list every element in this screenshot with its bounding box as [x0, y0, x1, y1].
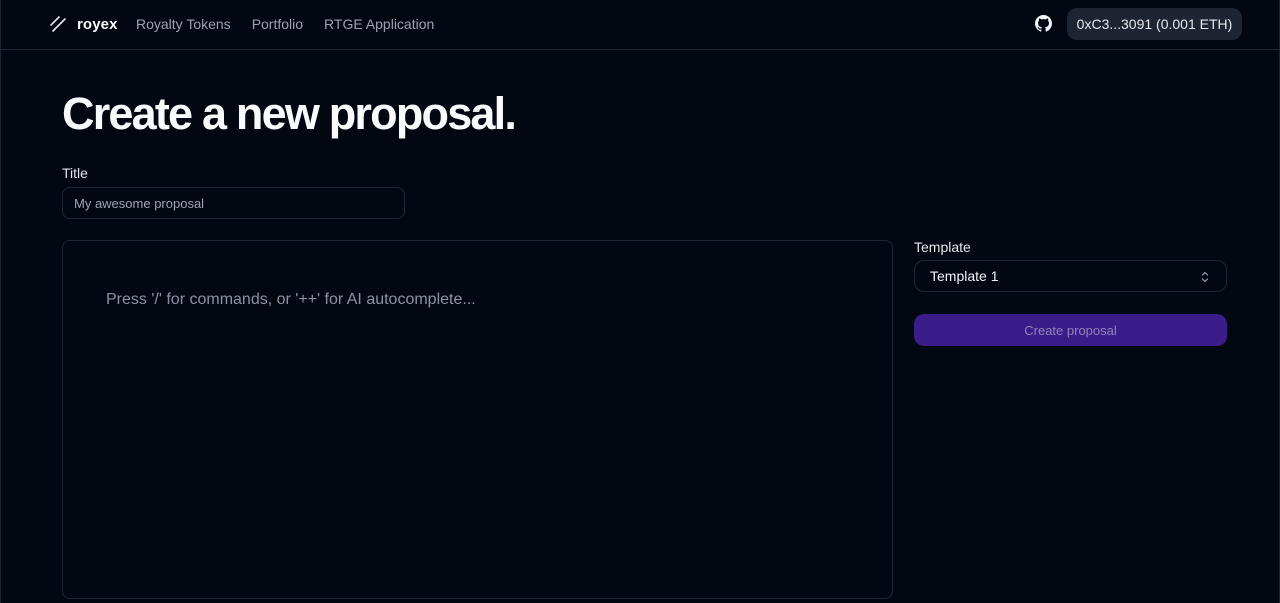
chevron-up-down-icon [1199, 270, 1211, 284]
nav-item-portfolio[interactable]: Portfolio [252, 16, 303, 32]
create-proposal-button[interactable]: Create proposal [914, 314, 1227, 346]
app-frame: royex Royalty Tokens Portfolio RTGE Appl… [0, 0, 1280, 603]
editor-placeholder: Press '/' for commands, or '++' for AI a… [106, 291, 476, 308]
brand-logo-link[interactable]: royex [49, 14, 118, 34]
top-navbar: royex Royalty Tokens Portfolio RTGE Appl… [1, 0, 1280, 50]
brand-name: royex [77, 15, 118, 33]
template-selected-value: Template 1 [930, 268, 999, 284]
proposal-editor[interactable]: Press '/' for commands, or '++' for AI a… [62, 240, 893, 599]
wallet-connect-button[interactable]: 0xC3...3091 (0.001 ETH) [1067, 8, 1242, 40]
title-label: Title [62, 165, 88, 181]
title-input[interactable] [62, 187, 405, 219]
github-icon [1035, 15, 1052, 32]
nav-item-rtge-application[interactable]: RTGE Application [324, 16, 434, 32]
template-label: Template [914, 239, 971, 255]
github-link[interactable] [1035, 15, 1052, 32]
slash-lines-icon [50, 16, 66, 32]
main-nav: Royalty Tokens Portfolio RTGE Applicatio… [136, 16, 455, 32]
template-select[interactable]: Template 1 [914, 260, 1227, 292]
page-title: Create a new proposal. [62, 88, 517, 139]
nav-item-royalty-tokens[interactable]: Royalty Tokens [136, 16, 231, 32]
